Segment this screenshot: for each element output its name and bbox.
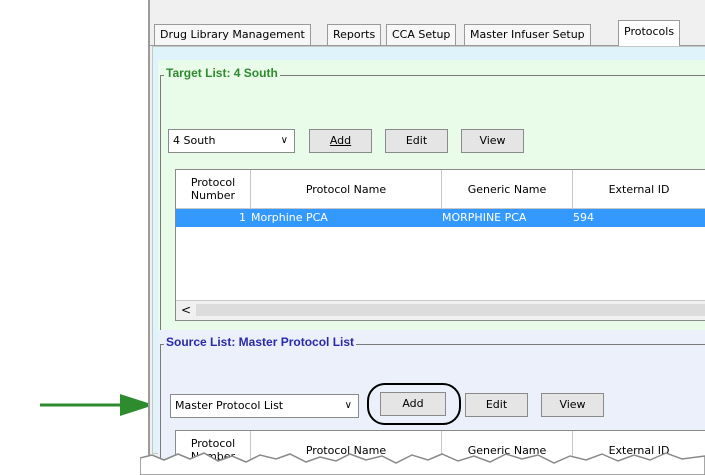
tab-reports[interactable]: Reports xyxy=(327,24,382,45)
target-list-dropdown[interactable]: 4 South ∨ xyxy=(168,129,295,153)
target-add-label: Add xyxy=(329,134,352,147)
source-add-button[interactable]: Add xyxy=(380,392,446,416)
target-list-title: Target List: 4 South xyxy=(164,66,280,80)
source-view-button[interactable]: View xyxy=(541,393,604,417)
tab-master-infuser-setup[interactable]: Master Infuser Setup xyxy=(464,24,591,45)
cell-protocol-number: 1 xyxy=(239,211,246,224)
column-header-protocol-name[interactable]: Protocol Name xyxy=(251,170,442,209)
target-edit-label: Edit xyxy=(405,134,428,147)
source-list-title: Source List: Master Protocol List xyxy=(164,335,357,349)
cell-protocol-name: Morphine PCA xyxy=(251,211,328,224)
target-view-button[interactable]: View xyxy=(461,129,524,153)
chevron-down-icon[interactable]: ∨ xyxy=(281,130,288,152)
source-edit-button[interactable]: Edit xyxy=(465,393,528,417)
horizontal-scrollbar[interactable]: < xyxy=(176,300,705,320)
tab-drug-library-management[interactable]: Drug Library Management xyxy=(154,24,311,45)
tab-bar: Drug Library Management Reports CCA Setu… xyxy=(150,20,705,46)
source-list-dropdown-value: Master Protocol List xyxy=(175,399,284,412)
target-view-label: View xyxy=(479,134,506,147)
cell-external-id: 594 xyxy=(573,211,594,224)
target-edit-button[interactable]: Edit xyxy=(385,129,448,153)
table-row[interactable]: 1 Morphine PCA MORPHINE PCA 594 xyxy=(176,209,705,227)
column-header-protocol-number[interactable]: Protocol Number xyxy=(176,170,251,209)
target-add-button[interactable]: Add xyxy=(309,129,372,153)
tab-cca-setup[interactable]: CCA Setup xyxy=(386,24,457,45)
tab-protocols[interactable]: Protocols xyxy=(618,20,681,46)
source-list-dropdown[interactable]: Master Protocol List ∨ xyxy=(170,394,359,418)
target-protocols-table[interactable]: Protocol Number Protocol Name Generic Na… xyxy=(175,169,705,321)
target-list-group: Target List: 4 South 4 South ∨ Add Edit … xyxy=(158,60,705,337)
column-header-generic-name[interactable]: Generic Name xyxy=(442,170,573,209)
pointer-arrow-icon xyxy=(40,394,154,416)
column-header-external-id[interactable]: External ID xyxy=(573,170,705,209)
cell-generic-name: MORPHINE PCA xyxy=(442,211,527,224)
source-edit-label: Edit xyxy=(485,398,508,411)
scroll-left-icon[interactable]: < xyxy=(181,303,191,317)
scrollbar-thumb[interactable] xyxy=(196,304,705,316)
source-add-label: Add xyxy=(402,397,424,410)
application-window: Drug Library Management Reports CCA Setu… xyxy=(148,0,705,460)
chevron-down-icon[interactable]: ∨ xyxy=(345,395,352,417)
torn-edge-decoration xyxy=(140,452,705,475)
target-list-dropdown-value: 4 South xyxy=(173,134,216,147)
source-view-label: View xyxy=(559,398,586,411)
